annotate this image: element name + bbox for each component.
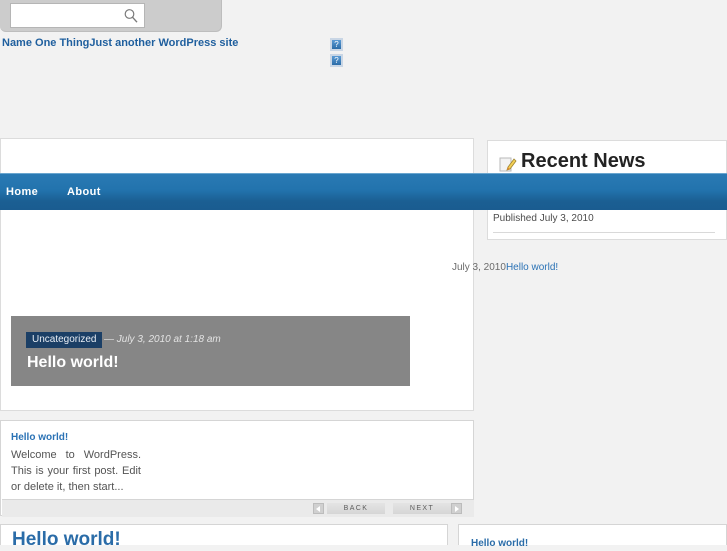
bottom-left-title[interactable]: Hello world! [12, 529, 121, 551]
pencil-note-icon [499, 155, 517, 173]
post-excerpt-box: Hello world! Welcome to WordPress. This … [0, 420, 474, 517]
search-input[interactable] [15, 5, 119, 26]
site-title[interactable]: Name One ThingJust another WordPress sit… [2, 37, 238, 49]
bottom-right-panel: Hello world! [458, 524, 727, 549]
broken-image-icon: ? [330, 38, 343, 51]
nav-item-home[interactable]: Home [6, 186, 38, 198]
recent-post-line: July 3, 2010Hello world! [452, 262, 558, 273]
published-date: Published July 3, 2010 [493, 213, 594, 224]
recent-post-date: July 3, 2010 [452, 262, 506, 273]
featured-post-title[interactable]: Hello world! [27, 354, 119, 372]
next-button[interactable]: NEXT [393, 503, 451, 514]
back-button[interactable]: BACK [327, 503, 385, 514]
sidebar-divider [493, 232, 715, 233]
triangle-left-icon[interactable] [313, 503, 324, 514]
nav-item-about[interactable]: About [67, 186, 101, 198]
featured-post-date: — July 3, 2010 at 1:18 am [104, 334, 221, 345]
bottom-right-title[interactable]: Hello world! [471, 538, 528, 549]
recent-post-link[interactable]: Hello world! [506, 262, 558, 273]
search-field[interactable] [10, 3, 145, 28]
main-navigation-bar: Home About [0, 173, 727, 210]
excerpt-pager: BACK NEXT [2, 499, 474, 517]
site-tagline: Just another WordPress site [89, 37, 239, 49]
category-badge[interactable]: Uncategorized [26, 332, 103, 348]
excerpt-body: Welcome to WordPress. This is your first… [11, 449, 141, 493]
bottom-left-panel: Hello world! [0, 524, 448, 550]
search-bar-container [0, 0, 222, 32]
triangle-right-icon[interactable] [451, 503, 462, 514]
excerpt-title[interactable]: Hello world! [11, 432, 68, 443]
site-name: Name One Thing [2, 37, 90, 49]
broken-image-icon: ? [330, 54, 343, 67]
recent-news-heading: Recent News [521, 150, 646, 172]
search-icon[interactable] [123, 8, 139, 24]
featured-post-banner[interactable]: Uncategorized — July 3, 2010 at 1:18 am … [11, 316, 410, 386]
